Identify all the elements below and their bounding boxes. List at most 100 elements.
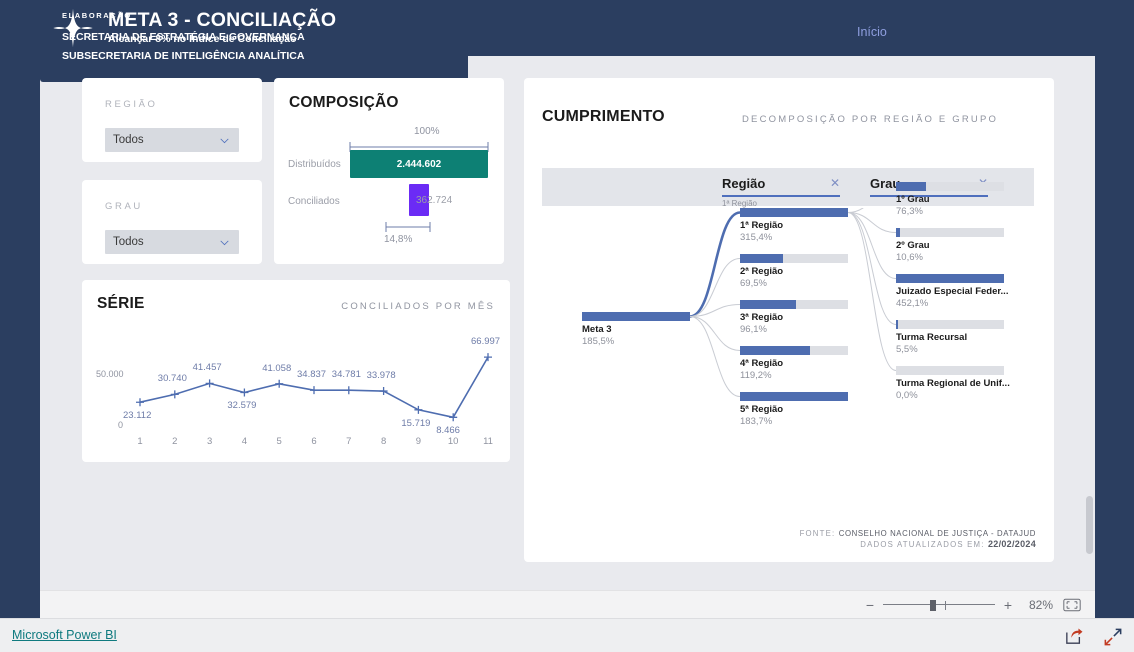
elaboracao-line-1: SECRETARIA DE ESTRATÉGIA E GOVERNANÇA: [62, 31, 305, 43]
share-icon[interactable]: [1065, 628, 1083, 645]
serie-data-label: 15.719: [401, 417, 431, 429]
serie-xtick: 11: [483, 436, 493, 447]
node-bar-fill: [740, 254, 784, 263]
node-label: 2º Grau: [896, 240, 930, 251]
source-value-atualizado: 22/02/2024: [987, 539, 1036, 549]
composicao-title: COMPOSIÇÃO: [289, 94, 399, 111]
node-value: 315,4%: [740, 232, 773, 243]
serie-data-label: 32.579: [227, 400, 257, 412]
source-value-fonte: CONSELHO NACIONAL DE JUSTIÇA - DATAJUD: [838, 529, 1036, 538]
node-bar-fill: [896, 228, 901, 237]
chevron-down-icon: [220, 138, 229, 143]
serie-line-chart[interactable]: 50.000 0 23.112 1 30.740 2 41.457 3 32.579 4 41.…: [82, 320, 510, 460]
nav-home[interactable]: Início: [857, 23, 887, 41]
slicer-value-regiao: Todos: [113, 134, 144, 146]
composicao-chart: 100% Distribuídos 2.444.602 Conciliados …: [274, 122, 504, 262]
node-label: 4ª Região: [740, 358, 784, 369]
slicer-card-regiao: REGIÃO Todos: [82, 78, 262, 162]
serie-xtick: 10: [447, 436, 459, 447]
report-canvas: META 3 - CONCILIAÇÃO Alcançar 8% no Índi…: [40, 0, 1095, 590]
node-bar-fill: [582, 312, 690, 321]
serie-card: SÉRIE CONCILIADOS POR MÊS 50.000 0 23.11…: [82, 280, 510, 462]
zoom-slider[interactable]: [883, 598, 995, 612]
node-value: 185,5%: [582, 336, 615, 347]
close-icon[interactable]: ✕: [830, 176, 840, 190]
serie-subtitle: CONCILIADOS POR MÊS: [341, 301, 495, 312]
node-value: 10,6%: [896, 252, 923, 263]
composicao-bottom-bracket: [385, 222, 431, 232]
node-bar-fill: [740, 392, 848, 401]
zoom-slider-thumb[interactable]: [930, 599, 936, 611]
report-header: META 3 - CONCILIAÇÃO Alcançar 8% no Índi…: [40, 0, 1095, 56]
tree-level-regiao[interactable]: Região ✕ 1ª Região: [722, 175, 840, 208]
node-value: 69,5%: [740, 278, 767, 289]
report-scrollbar-thumb[interactable]: [1086, 496, 1093, 554]
power-bi-brand-link[interactable]: Microsoft Power BI: [12, 628, 117, 642]
composicao-row-label-distribuidos: Distribuídos: [288, 159, 341, 170]
serie-data-label: 41.058: [262, 362, 292, 374]
node-label: 1º Grau: [896, 194, 930, 205]
node-bar-fill: [740, 346, 811, 355]
serie-xtick: 4: [241, 436, 248, 447]
node-bar-fill: [740, 208, 848, 217]
node-bar-track: [896, 320, 1004, 329]
serie-xtick: 5: [276, 436, 282, 447]
slicer-label-grau: GRAU: [105, 201, 143, 212]
zoom-in-button[interactable]: +: [1001, 597, 1015, 613]
page-title: META 3 - CONCILIAÇÃO: [108, 9, 337, 31]
zoom-out-button[interactable]: −: [863, 597, 877, 613]
slicer-value-grau: Todos: [113, 236, 144, 248]
composicao-axis-top-label: 100%: [414, 126, 440, 137]
serie-data-label: 34.837: [297, 369, 327, 381]
composicao-value-conciliados: 362.724: [416, 195, 453, 206]
node-value: 183,7%: [740, 416, 773, 427]
serie-data-label: 34.781: [331, 369, 361, 381]
zoom-toolbar: − + 82%: [40, 590, 1095, 618]
node-value: 96,1%: [740, 324, 767, 335]
serie-data-label: 8.466: [436, 425, 460, 437]
serie-data-label: 30.740: [157, 373, 187, 385]
slicer-dropdown-grau[interactable]: Todos: [105, 230, 239, 254]
node-label: Turma Recursal: [896, 332, 968, 343]
slicer-card-grau: GRAU Todos: [82, 180, 262, 264]
serie-xtick: 7: [346, 436, 352, 447]
node-label: Meta 3: [582, 324, 612, 335]
nav-home-link[interactable]: Início: [857, 25, 887, 39]
serie-data-label: 23.112: [123, 410, 152, 422]
cumprimento-subtitle: DECOMPOSIÇÃO POR REGIÃO E GRUPO: [742, 114, 999, 125]
node-label: Juizado Especial Feder...: [896, 286, 1009, 297]
node-bar-fill: [896, 182, 927, 191]
slicer-label-regiao: REGIÃO: [105, 99, 158, 110]
fit-to-page-icon[interactable]: [1063, 598, 1081, 612]
serie-xtick: 3: [206, 436, 213, 447]
cumprimento-title: CUMPRIMENTO: [542, 108, 665, 125]
decomposition-tree: Meta 3 185,5% 1ª Região 315,4% 2ª Região 69,5…: [524, 182, 1054, 498]
source-label-atualizado: DADOS ATUALIZADOS EM:: [860, 540, 985, 549]
node-label: 3ª Região: [740, 312, 784, 323]
cumprimento-card: CUMPRIMENTO DECOMPOSIÇÃO POR REGIÃO E GR…: [524, 78, 1054, 562]
elaboracao-kicker: ELABORAÇÃO: [62, 11, 132, 20]
fullscreen-icon[interactable]: [1104, 628, 1122, 646]
node-bar-fill: [896, 320, 899, 329]
zoom-slider-track: [883, 604, 995, 606]
serie-xtick: 9: [415, 436, 422, 447]
chevron-down-icon: [220, 240, 229, 245]
elaboracao-line-2: SUBSECRETARIA DE INTELIGÊNCIA ANALÍTICA: [62, 50, 305, 62]
serie-data-label: 66.997: [471, 336, 501, 348]
status-bar: Microsoft Power BI: [0, 618, 1134, 652]
composicao-value-distribuidos: 2.444.602: [396, 159, 442, 170]
serie-title: SÉRIE: [97, 295, 145, 312]
node-bar-fill: [896, 274, 1004, 283]
serie-xtick: 2: [172, 436, 178, 447]
node-value: 76,3%: [896, 206, 923, 217]
power-bi-report-viewer: META 3 - CONCILIAÇÃO Alcançar 8% no Índi…: [0, 0, 1134, 652]
composicao-row-label-conciliados: Conciliados: [288, 196, 340, 207]
node-value: 452,1%: [896, 298, 929, 309]
node-bar-fill: [740, 300, 797, 309]
source-line-2: DADOS ATUALIZADOS EM: 22/02/2024: [800, 539, 1036, 550]
slicer-dropdown-regiao[interactable]: Todos: [105, 128, 239, 152]
node-bar-track: [896, 366, 1004, 375]
tree-level-underline: [722, 195, 840, 197]
zoom-slider-tick: [945, 600, 947, 610]
composicao-card: COMPOSIÇÃO 100% Distribuídos 2.444.602 C…: [274, 78, 504, 264]
